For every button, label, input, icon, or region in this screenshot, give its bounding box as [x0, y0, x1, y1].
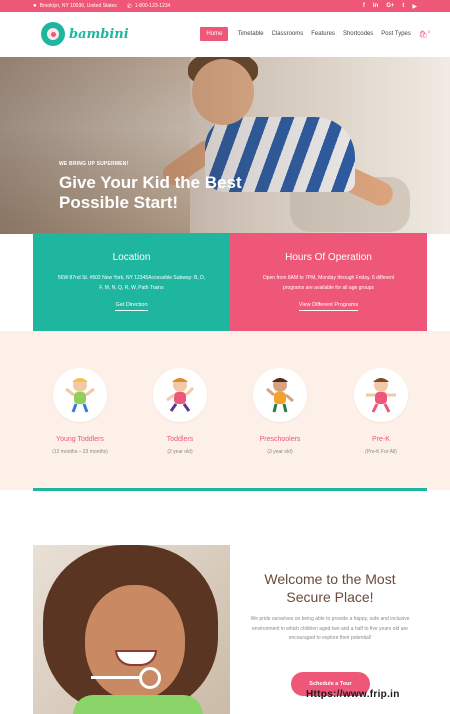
nav-shortcodes[interactable]: Shortcodes — [340, 27, 376, 41]
address-text: Brooklyn, NY 10036, United States — [39, 3, 117, 9]
hero-subtitle: WE BRING UP SUPERMEN! — [59, 161, 129, 167]
preschooler-icon — [253, 368, 307, 422]
get-direction-link[interactable]: Get Direction — [115, 302, 148, 311]
nav-timetable[interactable]: Timetable — [234, 27, 266, 41]
toddler-icon — [153, 368, 207, 422]
hero-title: Give Your Kid the Best Possible Start! — [59, 173, 242, 212]
program-age: (3 year old) — [267, 449, 293, 455]
phone-icon: ✆ — [126, 3, 132, 10]
program-name: Young Toddlers — [56, 436, 104, 443]
view-programs-link[interactable]: View Different Programs — [298, 302, 359, 311]
program-age: (12 months – 23 months) — [52, 449, 108, 455]
location-pin-icon: ● — [33, 3, 37, 9]
young-toddler-icon — [53, 368, 107, 422]
program-age: (Pre-K For All) — [365, 449, 397, 455]
twitter-icon[interactable]: t — [402, 3, 404, 10]
site-header: bambini Home Timetable Classrooms Featur… — [0, 12, 450, 57]
facebook-icon[interactable]: f — [363, 3, 365, 10]
program-name: Pre-K — [372, 436, 390, 443]
program-name: Preschoolers — [259, 436, 301, 443]
logo-mark-icon — [41, 22, 65, 46]
pre-k-icon — [354, 368, 408, 422]
program-toddlers[interactable]: Toddlers (2 year old) — [130, 368, 230, 455]
welcome-title: Welcome to the Most Secure Place! — [264, 571, 396, 605]
logo-text: bambini — [69, 26, 129, 42]
linkedin-icon[interactable]: in — [373, 3, 378, 10]
location-title: Location — [112, 252, 151, 263]
programs-section: Young Toddlers (12 months – 23 months) T… — [0, 331, 450, 490]
hours-box: Hours Of Operation Open from 8AM to 7PM,… — [230, 233, 427, 331]
section-divider — [33, 488, 427, 491]
nav-home[interactable]: Home — [200, 27, 229, 41]
cart-icon[interactable]: 🛍0 — [419, 29, 430, 38]
site-logo[interactable]: bambini — [41, 22, 129, 46]
program-name: Toddlers — [166, 436, 194, 443]
program-pre-k[interactable]: Pre-K (Pre-K For All) — [331, 368, 431, 455]
hours-text: Open from 8AM to 7PM, Monday through Fri… — [262, 275, 395, 291]
address-item: ● Brooklyn, NY 10036, United States — [33, 3, 117, 9]
youtube-icon[interactable]: ▶ — [412, 3, 417, 10]
nav-classrooms[interactable]: Classrooms — [269, 27, 307, 41]
girl-photo — [33, 545, 230, 714]
welcome-text: We pride ourselves on being able to prov… — [250, 616, 410, 641]
info-boxes: Location 56W 87nd St. #502 New York, NY … — [33, 233, 427, 331]
phone-text: 1-800-123-1234 — [134, 3, 171, 9]
main-nav: Home Timetable Classrooms Features Short… — [200, 27, 430, 41]
nav-post-types[interactable]: Post Types — [378, 27, 414, 41]
program-age: (2 year old) — [167, 449, 193, 455]
top-bar: ● Brooklyn, NY 10036, United States ✆ 1-… — [0, 0, 450, 12]
phone-item[interactable]: ✆ 1-800-123-1234 — [127, 3, 171, 10]
social-links: f in G+ t ▶ — [363, 3, 417, 10]
program-preschoolers[interactable]: Preschoolers (3 year old) — [230, 368, 330, 455]
watermark-text: Https://www.frip.in — [306, 689, 400, 700]
hours-title: Hours Of Operation — [285, 252, 372, 263]
location-text: 56W 87nd St. #502 New York, NY 12345Acce… — [57, 275, 206, 291]
cart-count: 0 — [427, 29, 430, 35]
google-plus-icon[interactable]: G+ — [386, 3, 394, 10]
program-young-toddlers[interactable]: Young Toddlers (12 months – 23 months) — [30, 368, 130, 455]
nav-features[interactable]: Features — [308, 27, 338, 41]
location-box: Location 56W 87nd St. #502 New York, NY … — [33, 233, 230, 331]
